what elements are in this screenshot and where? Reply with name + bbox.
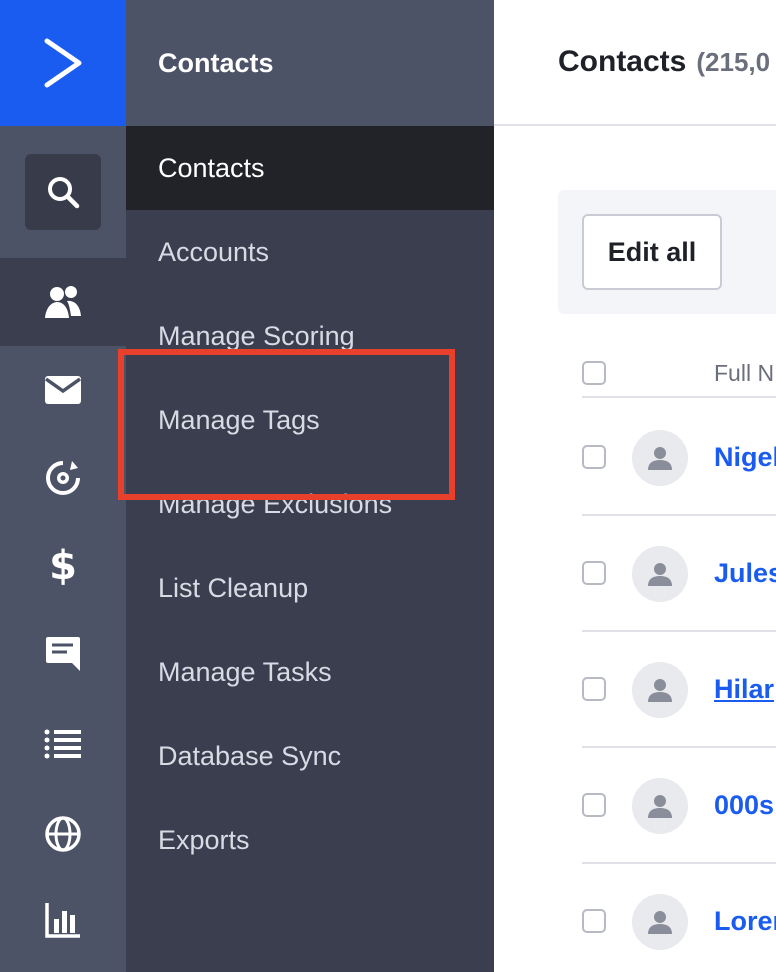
reports-icon bbox=[45, 903, 80, 938]
avatar bbox=[632, 894, 688, 950]
contact-name-link[interactable]: Lorer bbox=[714, 906, 776, 937]
table-row: Lorer bbox=[582, 864, 776, 972]
person-icon bbox=[648, 679, 672, 702]
automation-icon bbox=[46, 461, 80, 495]
brand-logo[interactable] bbox=[0, 0, 126, 126]
rail-item-automations[interactable] bbox=[0, 434, 126, 522]
mail-icon bbox=[44, 376, 82, 404]
contact-name-link[interactable]: 000s bbox=[714, 790, 774, 821]
rail-item-reports[interactable] bbox=[0, 876, 126, 964]
rail-item-lists[interactable] bbox=[0, 700, 126, 788]
subnav-item-exports[interactable]: Exports bbox=[126, 798, 494, 882]
contact-name-link[interactable]: Hilar bbox=[714, 674, 774, 705]
table-row: Jules bbox=[582, 516, 776, 632]
rail-item-deals[interactable]: $ bbox=[0, 522, 126, 610]
contacts-subnav: Contacts Contacts Accounts Manage Scorin… bbox=[126, 0, 494, 972]
person-icon bbox=[648, 563, 672, 586]
table-row: Hilar bbox=[582, 632, 776, 748]
rail-item-campaigns[interactable] bbox=[0, 346, 126, 434]
main-content: Contacts (215,0 Edit all Full N Nigel Ju… bbox=[494, 0, 776, 972]
select-all-checkbox[interactable] bbox=[582, 361, 606, 385]
subnav-item-contacts[interactable]: Contacts bbox=[126, 126, 494, 210]
avatar bbox=[632, 430, 688, 486]
column-header-fullname[interactable]: Full N bbox=[714, 360, 774, 387]
person-icon bbox=[648, 911, 672, 934]
table-row: Nigel bbox=[582, 400, 776, 516]
activecampaign-logo-icon bbox=[44, 38, 82, 88]
icon-rail: $ bbox=[0, 0, 126, 972]
avatar bbox=[632, 662, 688, 718]
avatar bbox=[632, 546, 688, 602]
dollar-icon: $ bbox=[49, 543, 77, 589]
subnav-item-manage-tags[interactable]: Manage Tags bbox=[126, 378, 494, 462]
chat-icon bbox=[46, 637, 80, 671]
rail-item-website[interactable] bbox=[0, 790, 126, 878]
person-icon bbox=[648, 447, 672, 470]
search-icon bbox=[48, 177, 80, 209]
subnav-item-manage-tasks[interactable]: Manage Tasks bbox=[126, 630, 494, 714]
rail-item-conversations[interactable] bbox=[0, 610, 126, 698]
list-icon bbox=[44, 729, 81, 759]
rail-item-contacts[interactable] bbox=[0, 258, 126, 346]
globe-icon bbox=[45, 816, 81, 852]
subnav-title: Contacts bbox=[126, 0, 494, 126]
page-title: Contacts bbox=[558, 45, 687, 78]
person-icon bbox=[648, 795, 672, 818]
subnav-item-accounts[interactable]: Accounts bbox=[126, 210, 494, 294]
bulk-toolbar: Edit all bbox=[558, 190, 776, 314]
contact-count: (215,0 bbox=[696, 46, 771, 77]
row-checkbox[interactable] bbox=[582, 561, 606, 585]
row-checkbox[interactable] bbox=[582, 445, 606, 469]
contact-name-link[interactable]: Jules bbox=[714, 558, 776, 589]
subnav-item-database-sync[interactable]: Database Sync bbox=[126, 714, 494, 798]
search-button[interactable] bbox=[25, 154, 101, 230]
table-header: Full N bbox=[582, 350, 776, 398]
contacts-icon bbox=[45, 286, 81, 318]
avatar bbox=[632, 778, 688, 834]
contact-name-link[interactable]: Nigel bbox=[714, 442, 776, 473]
rail-item-search[interactable] bbox=[0, 148, 126, 236]
subnav-item-list-cleanup[interactable]: List Cleanup bbox=[126, 546, 494, 630]
row-checkbox[interactable] bbox=[582, 677, 606, 701]
table-row: 000s bbox=[582, 748, 776, 864]
page-header: Contacts (215,0 bbox=[494, 0, 776, 126]
row-checkbox[interactable] bbox=[582, 909, 606, 933]
subnav-item-manage-scoring[interactable]: Manage Scoring bbox=[126, 294, 494, 378]
subnav-item-manage-exclusions[interactable]: Manage Exclusions bbox=[126, 462, 494, 546]
edit-all-button[interactable]: Edit all bbox=[582, 214, 722, 290]
row-checkbox[interactable] bbox=[582, 793, 606, 817]
